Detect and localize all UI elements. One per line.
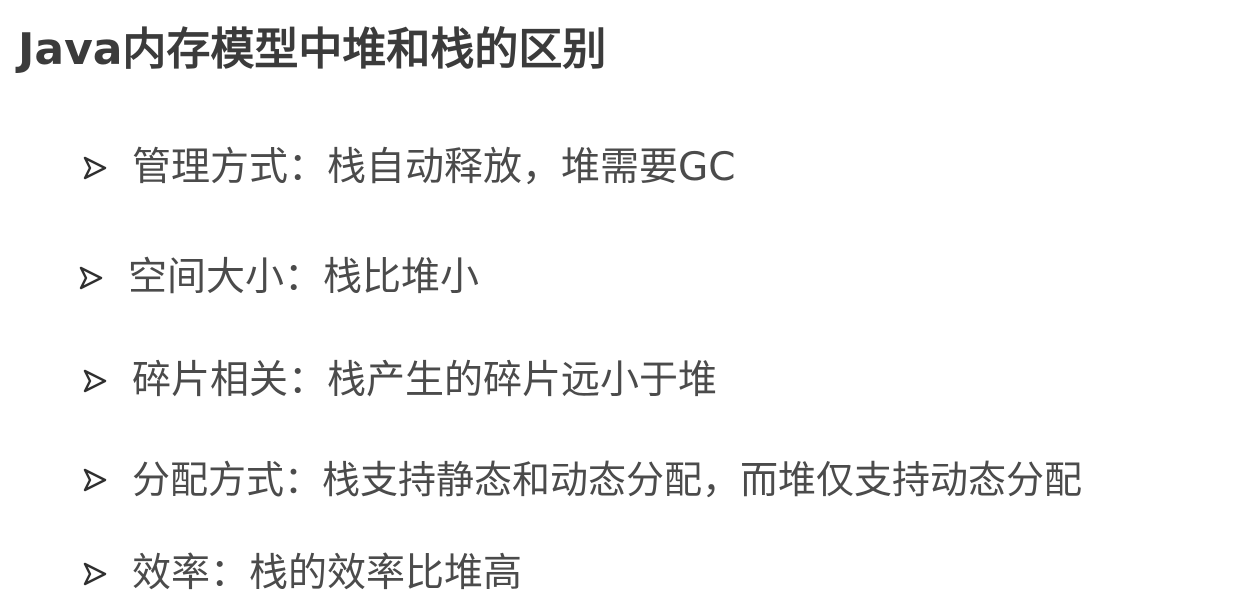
bullet-item-allocation: 分配方式：栈支持静态和动态分配，而堆仅支持动态分配 bbox=[80, 452, 1082, 508]
arrowhead-bullet-icon bbox=[80, 153, 110, 183]
bullet-text: 分配方式：栈支持静态和动态分配，而堆仅支持动态分配 bbox=[132, 458, 1083, 502]
bullet-item-efficiency: 效率：栈的效率比堆高 bbox=[80, 546, 522, 602]
arrowhead-bullet-icon-shape bbox=[83, 369, 107, 393]
bullet-text: 效率：栈的效率比堆高 bbox=[132, 551, 523, 596]
bullet-text: 空间大小：栈比堆小 bbox=[128, 255, 480, 300]
arrowhead-bullet-icon-shape bbox=[83, 468, 107, 492]
arrowhead-bullet-icon-shape bbox=[83, 562, 107, 586]
arrowhead-bullet-icon-shape bbox=[83, 156, 107, 180]
arrowhead-bullet-icon bbox=[80, 559, 110, 589]
bullet-text: 管理方式：栈自动释放，堆需要GC bbox=[132, 145, 736, 190]
arrowhead-bullet-icon-shape bbox=[79, 266, 103, 290]
arrowhead-bullet-icon bbox=[76, 263, 106, 293]
bullet-item-fragmentation: 碎片相关：栈产生的碎片远小于堆 bbox=[80, 353, 717, 409]
bullet-item-management: 管理方式：栈自动释放，堆需要GC bbox=[80, 140, 735, 196]
arrowhead-bullet-icon bbox=[80, 465, 110, 495]
bullet-text: 碎片相关：栈产生的碎片远小于堆 bbox=[132, 358, 718, 403]
arrowhead-bullet-icon bbox=[80, 366, 110, 396]
bullet-item-space-size: 空间大小：栈比堆小 bbox=[76, 250, 479, 306]
slide-title: Java内存模型中堆和栈的区别 bbox=[18, 24, 607, 75]
